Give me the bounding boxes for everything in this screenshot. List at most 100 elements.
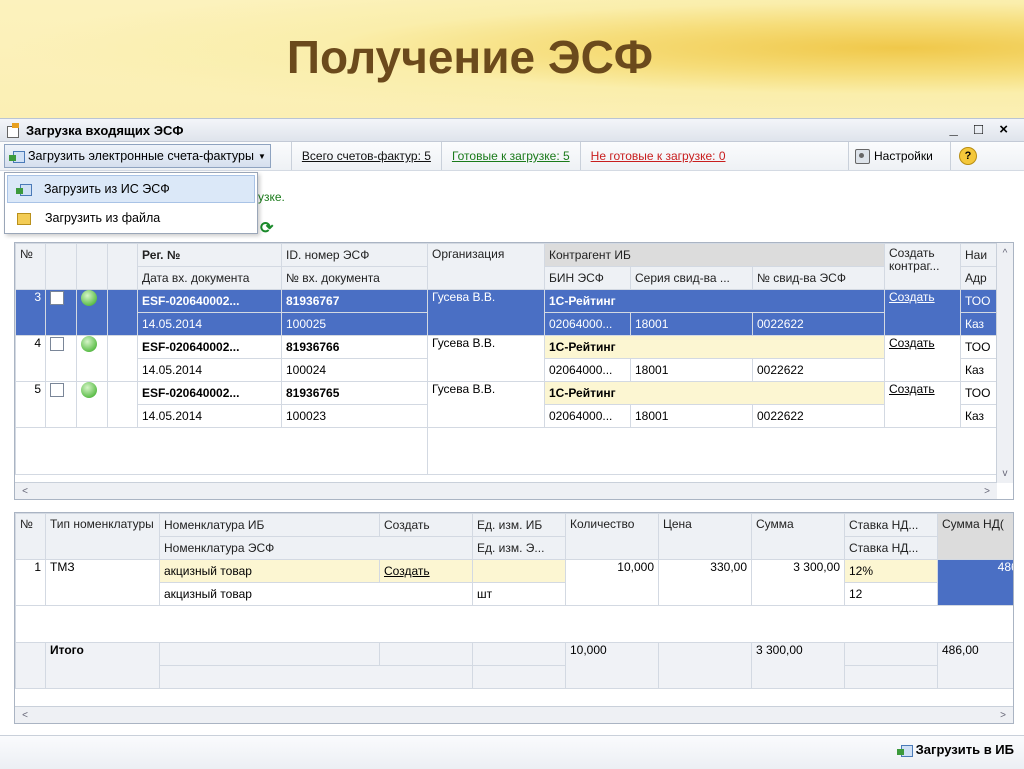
info-text: узке. (258, 190, 285, 204)
counterparty: 1С-Рейтинг (544, 381, 885, 405)
col-header-counterparty[interactable]: Контрагент ИБ (544, 243, 885, 267)
nomenclature-esf: акцизный товар (159, 582, 473, 606)
nomenclature-type: ТМЗ (45, 559, 160, 606)
table-row[interactable]: 1 ТМЗ акцизный товар Создать 10,000 330,… (15, 559, 1013, 606)
col-header-sum[interactable]: Сумма (751, 513, 845, 560)
col-header-cert-number[interactable]: № свид-ва ЭСФ (752, 266, 885, 290)
row-number: 3 (15, 289, 46, 336)
row-checkbox[interactable] (50, 382, 64, 397)
chevron-down-icon[interactable]: ▼ (258, 152, 266, 161)
vertical-scrollbar[interactable]: ^ v (996, 243, 1013, 483)
row-number: 5 (15, 381, 46, 428)
col-header-esf-id[interactable]: ID. номер ЭСФ (281, 243, 428, 267)
col-header-quantity[interactable]: Количество (565, 513, 659, 560)
horizontal-scrollbar[interactable]: < > (15, 482, 997, 499)
table-row[interactable]: акцизный товар шт 12 (16, 582, 1014, 606)
col-header-doc-date[interactable]: Дата вх. документа (137, 266, 282, 290)
col-header-nomenclature-esf[interactable]: Номенклатура ЭСФ (159, 536, 473, 560)
col-header-name[interactable]: Наи (960, 243, 998, 267)
row-number: 1 (15, 559, 46, 606)
esf-id: 81936765 (281, 381, 428, 405)
doc-number: 100023 (281, 404, 428, 428)
counterparty: 1С-Рейтинг (544, 289, 885, 313)
ready-invoices-link[interactable]: Готовые к загрузке: 5 (440, 142, 580, 170)
col-header-vat-sum[interactable]: Сумма НД( (937, 513, 1013, 560)
not-ready-invoices-link[interactable]: Не готовые к загрузке: 0 (579, 142, 736, 170)
col-header-status[interactable] (76, 243, 108, 290)
scroll-down-icon[interactable]: v (997, 465, 1013, 481)
bin: 02064000... (544, 358, 631, 382)
menu-item-label: Загрузить из файла (45, 211, 161, 225)
table-row[interactable]: 4 ESF-020640002... 81936766 Гусева В.В. … (15, 335, 998, 382)
organization: Гусева В.В. (427, 289, 545, 336)
col-header-unit-ib[interactable]: Ед. изм. ИБ (472, 513, 566, 537)
create-counterparty-link[interactable]: Создать (884, 289, 961, 336)
scroll-left-icon[interactable]: < (17, 707, 33, 723)
col-header-cert-series[interactable]: Серия свид-ва ... (630, 266, 753, 290)
col-header-check[interactable] (45, 243, 77, 290)
col-header-organization[interactable]: Организация (427, 243, 545, 290)
col-header-number[interactable]: № (15, 243, 46, 290)
create-nomenclature-link[interactable]: Создать (379, 559, 473, 583)
create-counterparty-link[interactable]: Создать (884, 335, 961, 382)
counterparty: 1С-Рейтинг (544, 335, 885, 359)
bin: 02064000... (544, 404, 631, 428)
doc-date: 14.05.2014 (137, 312, 282, 336)
organization: Гусева В.В. (427, 381, 545, 428)
status-bar: Загрузить в ИБ (0, 735, 1024, 769)
col-header-bin[interactable]: БИН ЭСФ (544, 266, 631, 290)
unit-esf: шт (472, 582, 566, 606)
load-to-ib-label: Загрузить в ИБ (915, 742, 1014, 757)
col-header-unit-esf[interactable]: Ед. изм. Э... (472, 536, 566, 560)
name: ТОО (960, 381, 998, 405)
scroll-left-icon[interactable]: < (17, 483, 33, 499)
menu-item-load-from-is-esf[interactable]: Загрузить из ИС ЭСФ (7, 175, 255, 203)
col-header-create[interactable]: Создать (379, 513, 473, 537)
col-header-blank[interactable] (107, 243, 138, 290)
goods-grid: № Тип номенклатуры Номенклатура ИБ Созда… (14, 512, 1014, 724)
scroll-right-icon[interactable]: > (995, 707, 1011, 723)
col-header-vat-rate-esf[interactable]: Ставка НД... (844, 536, 938, 560)
doc-number: 100025 (281, 312, 428, 336)
vat-rate-esf: 12 (844, 582, 938, 606)
reg-number: ESF-020640002... (137, 335, 282, 359)
window-controls[interactable]: _ □ × (950, 121, 1015, 138)
toolbar: Загрузить электронные счета-фактуры ▼ Вс… (0, 142, 1024, 171)
total-invoices-link[interactable]: Всего счетов-фактур: 5 (290, 142, 441, 170)
col-header-nomenclature-ib[interactable]: Номенклатура ИБ (159, 513, 380, 537)
address: Каз (960, 404, 998, 428)
row-checkbox[interactable] (50, 336, 64, 351)
col-header-vat-rate[interactable]: Ставка НД... (844, 513, 938, 537)
create-counterparty-link[interactable]: Создать (884, 381, 961, 428)
vat-sum: 486, (937, 559, 1013, 606)
help-button[interactable]: ? (950, 142, 977, 170)
col-header-nomenclature-type[interactable]: Тип номенклатуры (45, 513, 160, 560)
col-header-price[interactable]: Цена (658, 513, 752, 560)
esf-id: 81936766 (281, 335, 428, 359)
folder-icon (15, 211, 31, 225)
col-header-create-counterparty[interactable]: Создать контраг... (884, 243, 961, 290)
load-icon (16, 182, 32, 196)
col-header-number[interactable]: № (15, 513, 46, 560)
scroll-right-icon[interactable]: > (979, 483, 995, 499)
settings-button[interactable]: Настройки (848, 142, 939, 170)
col-header-doc-number[interactable]: № вх. документа (281, 266, 428, 290)
address: Каз (960, 312, 998, 336)
totals-row: Итого 10,000 3 300,00 486,00 (15, 642, 1013, 689)
table-row[interactable]: 5 ESF-020640002... 81936765 Гусева В.В. … (15, 381, 998, 428)
col-header-address[interactable]: Адр (960, 266, 998, 290)
refresh-icon[interactable]: ⟳ (260, 218, 273, 238)
menu-item-load-from-file[interactable]: Загрузить из файла (7, 205, 255, 231)
row-checkbox[interactable] (50, 290, 64, 305)
scroll-up-icon[interactable]: ^ (997, 245, 1013, 261)
load-invoices-button[interactable]: Загрузить электронные счета-фактуры ▼ (4, 144, 271, 168)
organization: Гусева В.В. (427, 335, 545, 382)
col-header-reg-number[interactable]: Рег. № (137, 243, 282, 267)
table-row[interactable]: 3 ESF-020640002... 81936767 Гусева В.В. … (15, 289, 998, 336)
vat-rate-ib: 12% (844, 559, 938, 583)
load-to-ib-button[interactable]: Загрузить в ИБ (896, 742, 1014, 757)
doc-date: 14.05.2014 (137, 358, 282, 382)
load-dropdown-menu: Загрузить из ИС ЭСФ Загрузить из файла (4, 172, 258, 234)
totals-label: Итого (45, 642, 160, 689)
horizontal-scrollbar[interactable]: < > (15, 706, 1013, 723)
